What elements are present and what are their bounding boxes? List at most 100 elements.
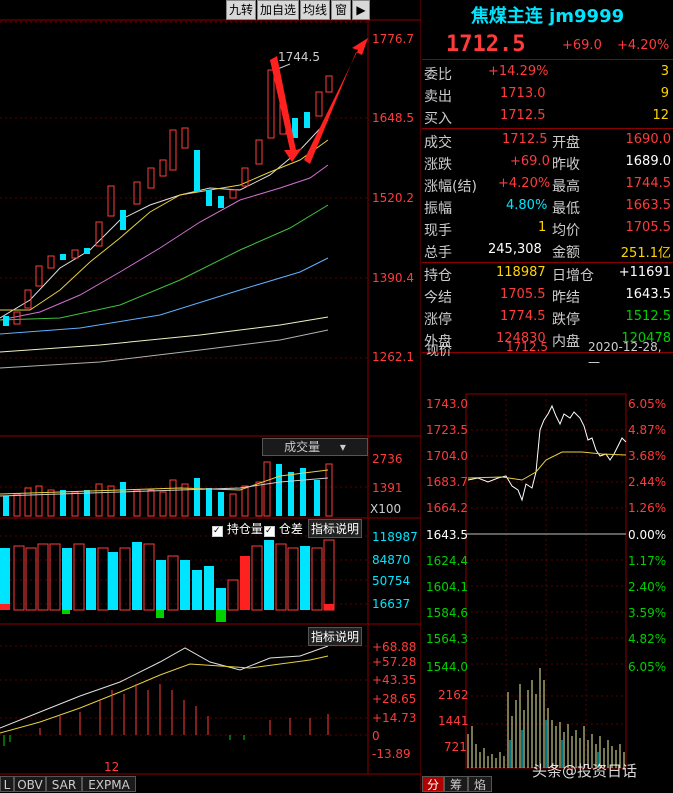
row-label: 振幅 (424, 201, 452, 217)
row-label: 卖出 (424, 89, 452, 105)
row-label: 涨幅(结) (424, 179, 477, 195)
price-change: +69.0 (562, 38, 602, 53)
macd-axis-label: +14.73 (372, 711, 417, 725)
add-favorite-button[interactable]: 加自选 (257, 0, 299, 20)
row-value: 1712.5 (502, 132, 548, 147)
row-label: 日增仓 (552, 268, 594, 284)
row-value: +14.29% (488, 64, 549, 79)
jiuzhuan-button[interactable]: 九转 (226, 0, 256, 20)
tab-yan[interactable]: 焰 (468, 776, 492, 792)
intraday-axis-label: 1584.6 (426, 606, 468, 620)
intraday-label: 现价 (426, 344, 453, 359)
quote-row-weibi: 委比 +14.29% 3 (424, 62, 673, 84)
row-value: +11691 (618, 265, 671, 280)
tab-chouma[interactable]: 筹 (444, 776, 468, 792)
row-label: 涨跌 (424, 157, 452, 173)
oi-checkbox[interactable]: ✓ 持仓量 (212, 520, 263, 537)
oi-diff-checkbox-label: 仓差 (278, 522, 303, 536)
kline-chart-svg (0, 0, 421, 792)
intraday-axis-label: 1664.2 (426, 501, 468, 515)
intraday-pct-label: 6.05% (628, 660, 667, 674)
quote-row-sell: 卖出 1713.0 9 (424, 84, 673, 106)
intraday-axis-label: 1624.4 (426, 554, 468, 568)
macd-axis-label: +28.65 (372, 692, 417, 706)
row-value: 1643.5 (625, 287, 672, 302)
price-axis-label: 1520.2 (372, 191, 414, 205)
row-value: 1690.0 (625, 132, 672, 147)
row-label: 金额 (552, 245, 580, 261)
intraday-axis-label: 1643.5 (426, 528, 468, 542)
chevron-down-icon: ▾ (339, 440, 346, 454)
checkbox-icon: ✓ (264, 526, 275, 537)
row-label: 持仓 (424, 268, 452, 284)
quote-row: 涨跌 +69.0 昨收 1689.0 (424, 152, 673, 174)
intraday-pct-label: 3.68% (628, 449, 667, 463)
macd-axis-label: +68.88 (372, 640, 417, 654)
volume-indicator-select[interactable]: 成交量 ▾ (262, 438, 368, 456)
oi-diff-checkbox[interactable]: ✓ 仓差 (264, 520, 303, 537)
intraday-axis-label: 1704.0 (426, 449, 468, 463)
tab-expma[interactable]: EXPMA (82, 776, 136, 792)
row-label: 委比 (424, 67, 452, 83)
macd-chart (0, 645, 329, 746)
intraday-pct-label: 4.82% (628, 632, 667, 646)
tab-fenshi[interactable]: 分 (422, 776, 444, 792)
row-label: 最高 (552, 179, 580, 195)
oi-help-button[interactable]: 指标说明 (308, 519, 363, 538)
expand-icon[interactable]: ▶ (352, 0, 370, 20)
quote-row: 持仓 118987 日增仓 +11691 (424, 263, 673, 285)
tab-obv[interactable]: OBV (14, 776, 46, 792)
row-label: 昨结 (552, 290, 580, 306)
intraday-pct-label: 3.59% (628, 606, 667, 620)
macd-help-button[interactable]: 指标说明 (308, 627, 363, 646)
intraday-axis-label: 1604.1 (426, 580, 468, 594)
oi-axis-label: 84870 (372, 553, 411, 567)
macd-axis-label: 0 (372, 729, 380, 743)
row-value: 1705.5 (500, 287, 546, 302)
row-value: 1705.5 (625, 220, 672, 235)
instrument-title: 焦煤主连 jm9999 (470, 6, 625, 27)
tab-sar[interactable]: SAR (46, 776, 82, 792)
row-value: 1689.0 (625, 154, 672, 169)
quote-row: 涨停 1774.5 跌停 1512.5 (424, 307, 673, 329)
macd-axis-label: +57.28 (372, 655, 417, 669)
x-axis-label: 12 (104, 760, 120, 774)
row-value: +4.20% (498, 176, 551, 191)
intraday-axis-label: 1544.0 (426, 660, 468, 674)
row-value: 1 (538, 220, 547, 235)
quote-row: 涨幅(结) +4.20% 最高 1744.5 (424, 174, 673, 196)
volume-label: 成交量 (284, 440, 321, 454)
row-value: 1712.5 (500, 108, 546, 123)
last-price: 1712.5 (446, 32, 526, 57)
intraday-axis-label: 1743.0 (426, 397, 468, 411)
quote-row: 成交 1712.5 开盘 1690.0 (424, 130, 673, 152)
oi-axis-label: 16637 (372, 597, 411, 611)
intraday-pct-label: 2.44% (628, 475, 667, 489)
oi-axis-label: 50754 (372, 574, 411, 588)
tab-l[interactable]: L (0, 776, 14, 792)
macd-axis-label: -13.89 (372, 747, 411, 761)
row-label: 现手 (424, 223, 452, 239)
down-arrow (270, 56, 302, 162)
intraday-vol-label: 2162 (438, 688, 469, 702)
price-axis-label: 1648.5 (372, 111, 414, 125)
row-label: 买入 (424, 111, 452, 127)
row-label: 成交 (424, 135, 452, 151)
row-label: 今结 (424, 290, 452, 306)
ma-button[interactable]: 均线 (300, 0, 330, 20)
row-extra: 12 (652, 108, 669, 123)
row-value: 1744.5 (625, 176, 672, 191)
intraday-axis-label: 1683.7 (426, 475, 468, 489)
quote-row: 今结 1705.5 昨结 1643.5 (424, 285, 673, 307)
oi-bars (0, 539, 335, 622)
ma-line-blue (0, 257, 329, 335)
intraday-vol-label: 721 (444, 740, 467, 754)
row-label: 总手 (424, 245, 452, 261)
volume-bars (0, 461, 333, 517)
intraday-price: 1712.5 (506, 340, 548, 354)
window-button[interactable]: 窗 (331, 0, 351, 20)
intraday-header: 现价 1712.5 2020-12-28,一 (424, 338, 673, 370)
row-label: 开盘 (552, 135, 580, 151)
quote-row: 振幅 4.80% 最低 1663.5 (424, 196, 673, 218)
high-marker: 1744.5 (278, 50, 320, 64)
